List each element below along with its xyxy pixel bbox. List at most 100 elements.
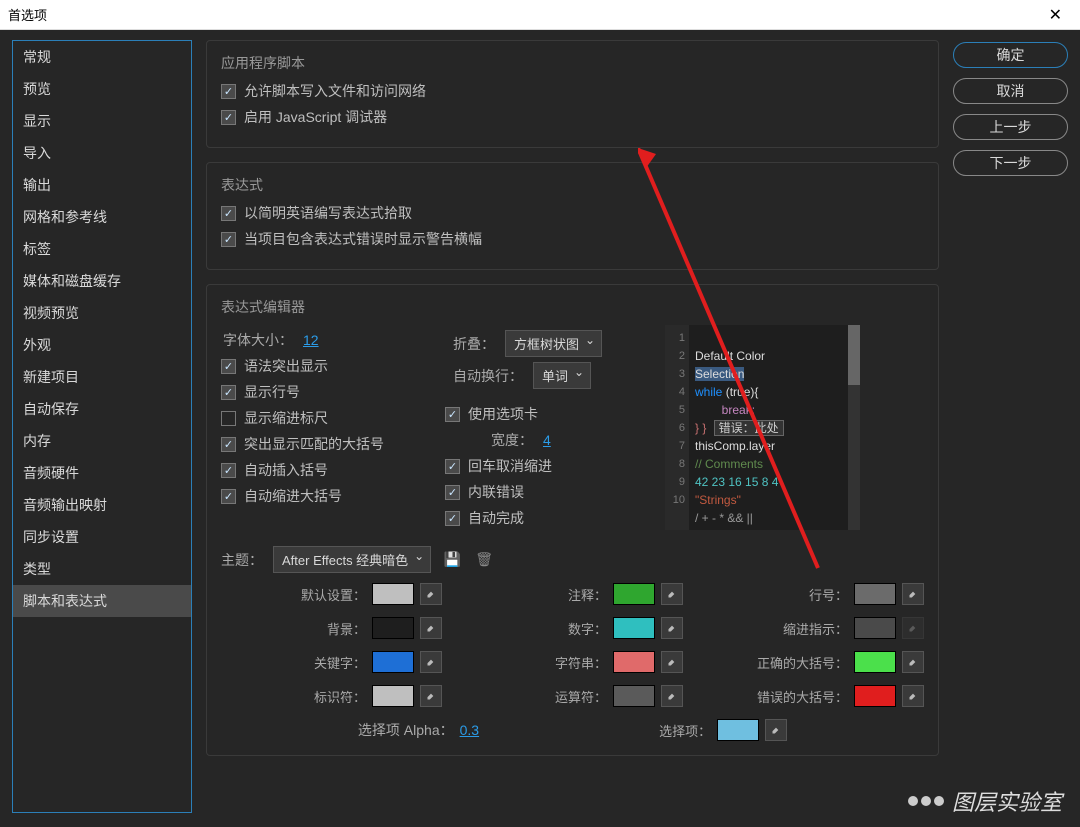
checkbox-plain-english[interactable]: ✓ 以简明英语编写表达式拾取 xyxy=(221,203,924,223)
wrap-dropdown[interactable]: 单词 xyxy=(533,362,591,389)
save-theme-icon[interactable]: 💾 xyxy=(441,549,463,571)
checkbox-enable-js[interactable]: ✓ 启用 JavaScript 调试器 xyxy=(221,107,924,127)
eyedropper-icon[interactable] xyxy=(420,583,442,605)
checkbox-auto-complete[interactable]: ✓自动完成 xyxy=(445,508,651,528)
color-row: 默认设置： xyxy=(221,583,442,605)
sidebar-item[interactable]: 脚本和表达式 xyxy=(13,585,191,617)
checkbox-auto-brace[interactable]: ✓自动插入括号 xyxy=(221,460,427,480)
checkbox-hl-brace[interactable]: ✓突出显示匹配的大括号 xyxy=(221,434,427,454)
checkbox-allow-write[interactable]: ✓ 允许脚本写入文件和访问网络 xyxy=(221,81,924,101)
checkmark-icon: ✓ xyxy=(221,110,236,125)
sel-color-swatch[interactable] xyxy=(717,719,759,741)
color-swatch[interactable] xyxy=(854,583,896,605)
eyedropper-icon[interactable] xyxy=(420,617,442,639)
sidebar-item[interactable]: 显示 xyxy=(13,105,191,137)
alpha-input[interactable]: 0.3 xyxy=(460,722,479,738)
checkbox-indent-scale[interactable]: 显示缩进标尺 xyxy=(221,408,427,428)
color-swatch[interactable] xyxy=(613,651,655,673)
sidebar-item[interactable]: 输出 xyxy=(13,169,191,201)
sidebar-item[interactable]: 自动保存 xyxy=(13,393,191,425)
eyedropper-icon xyxy=(902,617,924,639)
sidebar-item[interactable]: 标签 xyxy=(13,233,191,265)
sidebar-item[interactable]: 媒体和磁盘缓存 xyxy=(13,265,191,297)
theme-dropdown[interactable]: After Effects 经典暗色 xyxy=(273,546,431,573)
font-size-label: 字体大小： xyxy=(221,330,293,350)
color-label: 缩进指示： xyxy=(783,619,848,638)
sidebar-item[interactable]: 导入 xyxy=(13,137,191,169)
font-size-input[interactable]: 12 xyxy=(303,332,319,348)
checkbox-syntax[interactable]: ✓语法突出显示 xyxy=(221,356,427,376)
color-label: 默认设置： xyxy=(301,585,366,604)
color-label: 标识符： xyxy=(314,687,366,706)
sidebar-item[interactable]: 音频硬件 xyxy=(13,457,191,489)
width-label: 宽度： xyxy=(445,430,533,450)
wrap-label: 自动换行： xyxy=(445,366,523,386)
color-swatch[interactable] xyxy=(372,583,414,605)
color-label: 注释： xyxy=(568,585,607,604)
color-row: 关键字： xyxy=(221,651,442,673)
sidebar-item[interactable]: 内存 xyxy=(13,425,191,457)
eyedropper-icon[interactable] xyxy=(765,719,787,741)
eyedropper-icon[interactable] xyxy=(420,651,442,673)
sidebar-item[interactable]: 预览 xyxy=(13,73,191,105)
sidebar-item[interactable]: 同步设置 xyxy=(13,521,191,553)
sidebar-item[interactable]: 网格和参考线 xyxy=(13,201,191,233)
color-swatch[interactable] xyxy=(613,583,655,605)
color-swatch[interactable] xyxy=(372,685,414,707)
next-button[interactable]: 下一步 xyxy=(953,150,1068,176)
ok-button[interactable]: 确定 xyxy=(953,42,1068,68)
checkbox-line-no[interactable]: ✓显示行号 xyxy=(221,382,427,402)
sidebar-item[interactable]: 视频预览 xyxy=(13,297,191,329)
fold-dropdown[interactable]: 方框树状图 xyxy=(505,330,602,357)
theme-label: 主题： xyxy=(221,550,263,570)
color-swatch[interactable] xyxy=(854,685,896,707)
color-swatch[interactable] xyxy=(613,617,655,639)
sidebar-item[interactable]: 类型 xyxy=(13,553,191,585)
eyedropper-icon[interactable] xyxy=(661,685,683,707)
color-swatch[interactable] xyxy=(854,617,896,639)
color-swatch[interactable] xyxy=(372,651,414,673)
alpha-label: 选择项 Alpha： xyxy=(358,720,454,740)
checkbox-show-warning[interactable]: ✓ 当项目包含表达式错误时显示警告横幅 xyxy=(221,229,924,249)
window-title: 首选项 xyxy=(8,5,47,24)
color-swatch[interactable] xyxy=(613,685,655,707)
cancel-button[interactable]: 取消 xyxy=(953,78,1068,104)
tab-width-input[interactable]: 4 xyxy=(543,432,551,448)
color-row: 行号： xyxy=(703,583,924,605)
sidebar-item[interactable]: 新建项目 xyxy=(13,361,191,393)
color-label: 关键字： xyxy=(314,653,366,672)
checkbox-auto-indent-brace[interactable]: ✓自动缩进大括号 xyxy=(221,486,427,506)
checkbox-label: 启用 JavaScript 调试器 xyxy=(244,107,387,127)
sidebar-item[interactable]: 外观 xyxy=(13,329,191,361)
color-row: 错误的大括号： xyxy=(703,685,924,707)
close-icon[interactable]: ✕ xyxy=(1039,1,1072,29)
color-swatch[interactable] xyxy=(854,651,896,673)
checkbox-enter-unindent[interactable]: ✓回车取消缩进 xyxy=(445,456,651,476)
preview-code: Default Color Selection while (true){ br… xyxy=(689,325,848,530)
eyedropper-icon[interactable] xyxy=(902,651,924,673)
sidebar-item[interactable]: 音频输出映射 xyxy=(13,489,191,521)
delete-theme-icon[interactable]: 🗑 xyxy=(473,549,495,571)
color-label: 行号： xyxy=(809,585,848,604)
prev-button[interactable]: 上一步 xyxy=(953,114,1068,140)
checkmark-icon: ✓ xyxy=(221,206,236,221)
color-swatch[interactable] xyxy=(372,617,414,639)
group-app-scripts: 应用程序脚本 ✓ 允许脚本写入文件和访问网络 ✓ 启用 JavaScript 调… xyxy=(206,40,939,148)
eyedropper-icon[interactable] xyxy=(661,583,683,605)
sidebar-item[interactable]: 常规 xyxy=(13,41,191,73)
sel-color-label: 选择项： xyxy=(659,721,711,740)
eyedropper-icon[interactable] xyxy=(420,685,442,707)
eyedropper-icon[interactable] xyxy=(902,583,924,605)
eyedropper-icon[interactable] xyxy=(661,617,683,639)
color-label: 错误的大括号： xyxy=(757,687,848,706)
checkbox-label: 允许脚本写入文件和访问网络 xyxy=(244,81,426,101)
checkbox-label: 当项目包含表达式错误时显示警告横幅 xyxy=(244,229,482,249)
eyedropper-icon[interactable] xyxy=(661,651,683,673)
fold-label: 折叠： xyxy=(445,334,495,354)
preview-gutter: 12345678910 xyxy=(665,325,689,530)
checkbox-inline-err[interactable]: ✓内联错误 xyxy=(445,482,651,502)
checkbox-use-tabs[interactable]: ✓使用选项卡 xyxy=(445,404,651,424)
color-row: 字符串： xyxy=(462,651,683,673)
preview-scrollbar[interactable] xyxy=(848,325,860,530)
eyedropper-icon[interactable] xyxy=(902,685,924,707)
